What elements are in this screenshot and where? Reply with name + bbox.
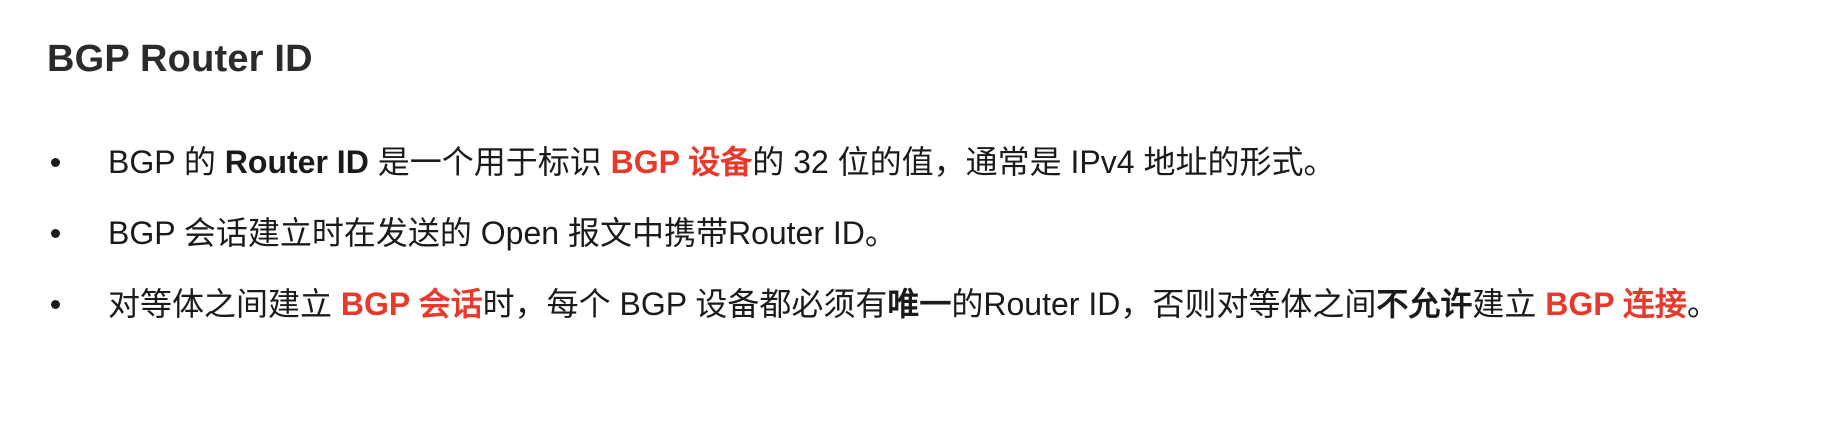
- text-run: 的Router ID，否则对等体之间: [951, 286, 1377, 322]
- bullet-dot-icon: [51, 229, 60, 238]
- highlight-term: BGP 设备: [610, 144, 753, 180]
- text-run: BGP 会话建立时在发送的 Open 报文中携带Router ID。: [108, 215, 897, 251]
- bullet-text: BGP 的 Router ID 是一个用于标识 BGP 设备的 32 位的值，通…: [108, 144, 1335, 180]
- bold-term: Router ID: [224, 144, 369, 180]
- text-run: 对等体之间建立: [108, 286, 341, 322]
- bullet-dot-icon: [51, 300, 60, 309]
- bullet-text: BGP 会话建立时在发送的 Open 报文中携带Router ID。: [108, 215, 897, 251]
- text-run: 。: [1686, 286, 1719, 322]
- bullet-dot-icon: [51, 158, 60, 167]
- text-run: 的 32 位的值，通常是 IPv4 地址的形式。: [752, 144, 1336, 180]
- text-run: 是一个用于标识: [368, 144, 611, 180]
- bullet-item: BGP 会话建立时在发送的 Open 报文中携带Router ID。: [47, 201, 1807, 265]
- bold-term: 不允许: [1376, 286, 1473, 322]
- text-run: BGP 的: [108, 144, 225, 180]
- bullet-list: BGP 的 Router ID 是一个用于标识 BGP 设备的 32 位的值，通…: [47, 130, 1807, 343]
- highlight-term: BGP 连接: [1545, 286, 1687, 322]
- section-heading: BGP Router ID: [47, 38, 313, 80]
- text-run: 时，每个 BGP 设备都必须有: [482, 286, 888, 322]
- bullet-item: 对等体之间建立 BGP 会话时，每个 BGP 设备都必须有唯一的Router I…: [47, 272, 1807, 336]
- document-page: BGP Router ID BGP 的 Router ID 是一个用于标识 BG…: [0, 0, 1846, 446]
- bold-term: 唯一: [887, 286, 952, 322]
- text-run: 建立: [1472, 286, 1546, 322]
- highlight-term: BGP 会话: [340, 286, 483, 322]
- bullet-text: 对等体之间建立 BGP 会话时，每个 BGP 设备都必须有唯一的Router I…: [108, 286, 1719, 322]
- bullet-item: BGP 的 Router ID 是一个用于标识 BGP 设备的 32 位的值，通…: [47, 130, 1807, 194]
